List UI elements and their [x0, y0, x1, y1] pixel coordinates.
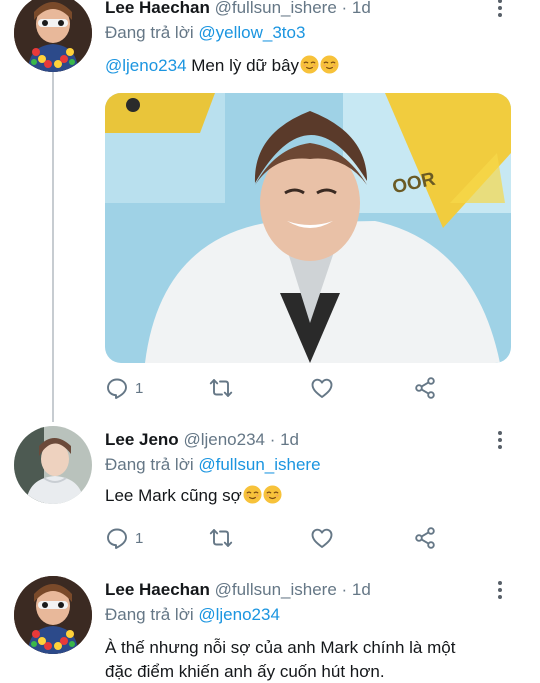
display-name[interactable]: Lee Haechan [105, 580, 210, 599]
thread-line [52, 72, 54, 422]
tweet-3[interactable]: Lee Haechan @fullsun_ishere · 1d Đang tr… [0, 576, 540, 683]
relieved-face-emoji [263, 485, 282, 504]
reply-button[interactable]: 1 [105, 524, 143, 552]
reply-to-link[interactable]: @fullsun_ishere [198, 455, 320, 474]
tweet-text-content: Lee Mark cũng sợ [105, 486, 242, 505]
user-handle[interactable]: @fullsun_ishere [215, 580, 337, 599]
tweet-actions: 1 [105, 374, 445, 402]
retweet-button[interactable] [208, 374, 234, 402]
tweet-header: Lee Jeno @ljeno234 · 1d [105, 430, 495, 450]
more-options-icon[interactable] [490, 428, 510, 452]
mention-link[interactable]: @ljeno234 [105, 56, 187, 75]
reply-count: 1 [135, 529, 144, 547]
reply-prefix: Đang trả lời [105, 23, 194, 42]
tweet-text-line: À thế nhưng nỗi sợ của anh Mark chính là… [105, 638, 456, 657]
like-icon [309, 376, 335, 400]
timestamp: · 1d [269, 430, 300, 449]
tweet-actions: 1 [105, 524, 445, 552]
reply-to-link[interactable]: @yellow_3to3 [198, 23, 305, 42]
user-handle[interactable]: @fullsun_ishere [215, 0, 337, 17]
replying-to: Đang trả lời @ljeno234 [105, 604, 280, 626]
relieved-face-emoji [320, 55, 339, 74]
tweet-header: Lee Haechan @fullsun_ishere · 1d [105, 580, 495, 600]
avatar[interactable] [14, 426, 92, 504]
tweet-text-content: Men lỳ dữ bây [186, 56, 300, 75]
replying-to: Đang trả lời @fullsun_ishere [105, 454, 321, 476]
user-handle[interactable]: @ljeno234 [183, 430, 265, 449]
relieved-face-emoji [300, 55, 319, 74]
tweet-text: @ljeno234 Men lỳ dữ bây [105, 54, 515, 78]
tweet-text: Lee Mark cũng sợ [105, 484, 515, 508]
reply-icon [105, 376, 129, 400]
retweet-icon [208, 526, 234, 550]
tweet-text-line: đặc điểm khiến anh ấy cuốn hút hơn. [105, 662, 385, 681]
display-name[interactable]: Lee Haechan [105, 0, 210, 17]
tweet-text: À thế nhưng nỗi sợ của anh Mark chính là… [105, 636, 515, 683]
tweet-1[interactable]: Lee Haechan @fullsun_ishere · 1d Đang tr… [0, 0, 540, 422]
avatar[interactable] [14, 576, 92, 654]
share-icon [413, 526, 437, 550]
more-options-icon[interactable] [490, 578, 510, 602]
share-button[interactable] [413, 374, 437, 402]
relieved-face-emoji [243, 485, 262, 504]
timestamp: · 1d [341, 580, 371, 599]
retweet-button[interactable] [208, 524, 234, 552]
reply-prefix: Đang trả lời [105, 605, 194, 624]
share-icon [413, 376, 437, 400]
reply-prefix: Đang trả lời [105, 455, 194, 474]
reply-count: 1 [135, 379, 144, 397]
reply-icon [105, 526, 129, 550]
retweet-icon [208, 376, 234, 400]
tweet-header: Lee Haechan @fullsun_ishere · 1d [105, 0, 495, 18]
display-name[interactable]: Lee Jeno [105, 430, 179, 449]
tweet-media-image[interactable]: OOR [105, 93, 511, 363]
share-button[interactable] [413, 524, 437, 552]
like-button[interactable] [309, 374, 335, 402]
timestamp: · 1d [341, 0, 371, 17]
tweet-2[interactable]: Lee Jeno @ljeno234 · 1d Đang trả lời @fu… [0, 426, 540, 556]
avatar[interactable] [14, 0, 92, 72]
replying-to: Đang trả lời @yellow_3to3 [105, 22, 305, 44]
like-button[interactable] [309, 524, 335, 552]
reply-to-link[interactable]: @ljeno234 [198, 605, 280, 624]
reply-button[interactable]: 1 [105, 374, 143, 402]
like-icon [309, 526, 335, 550]
more-options-icon[interactable] [490, 0, 510, 20]
